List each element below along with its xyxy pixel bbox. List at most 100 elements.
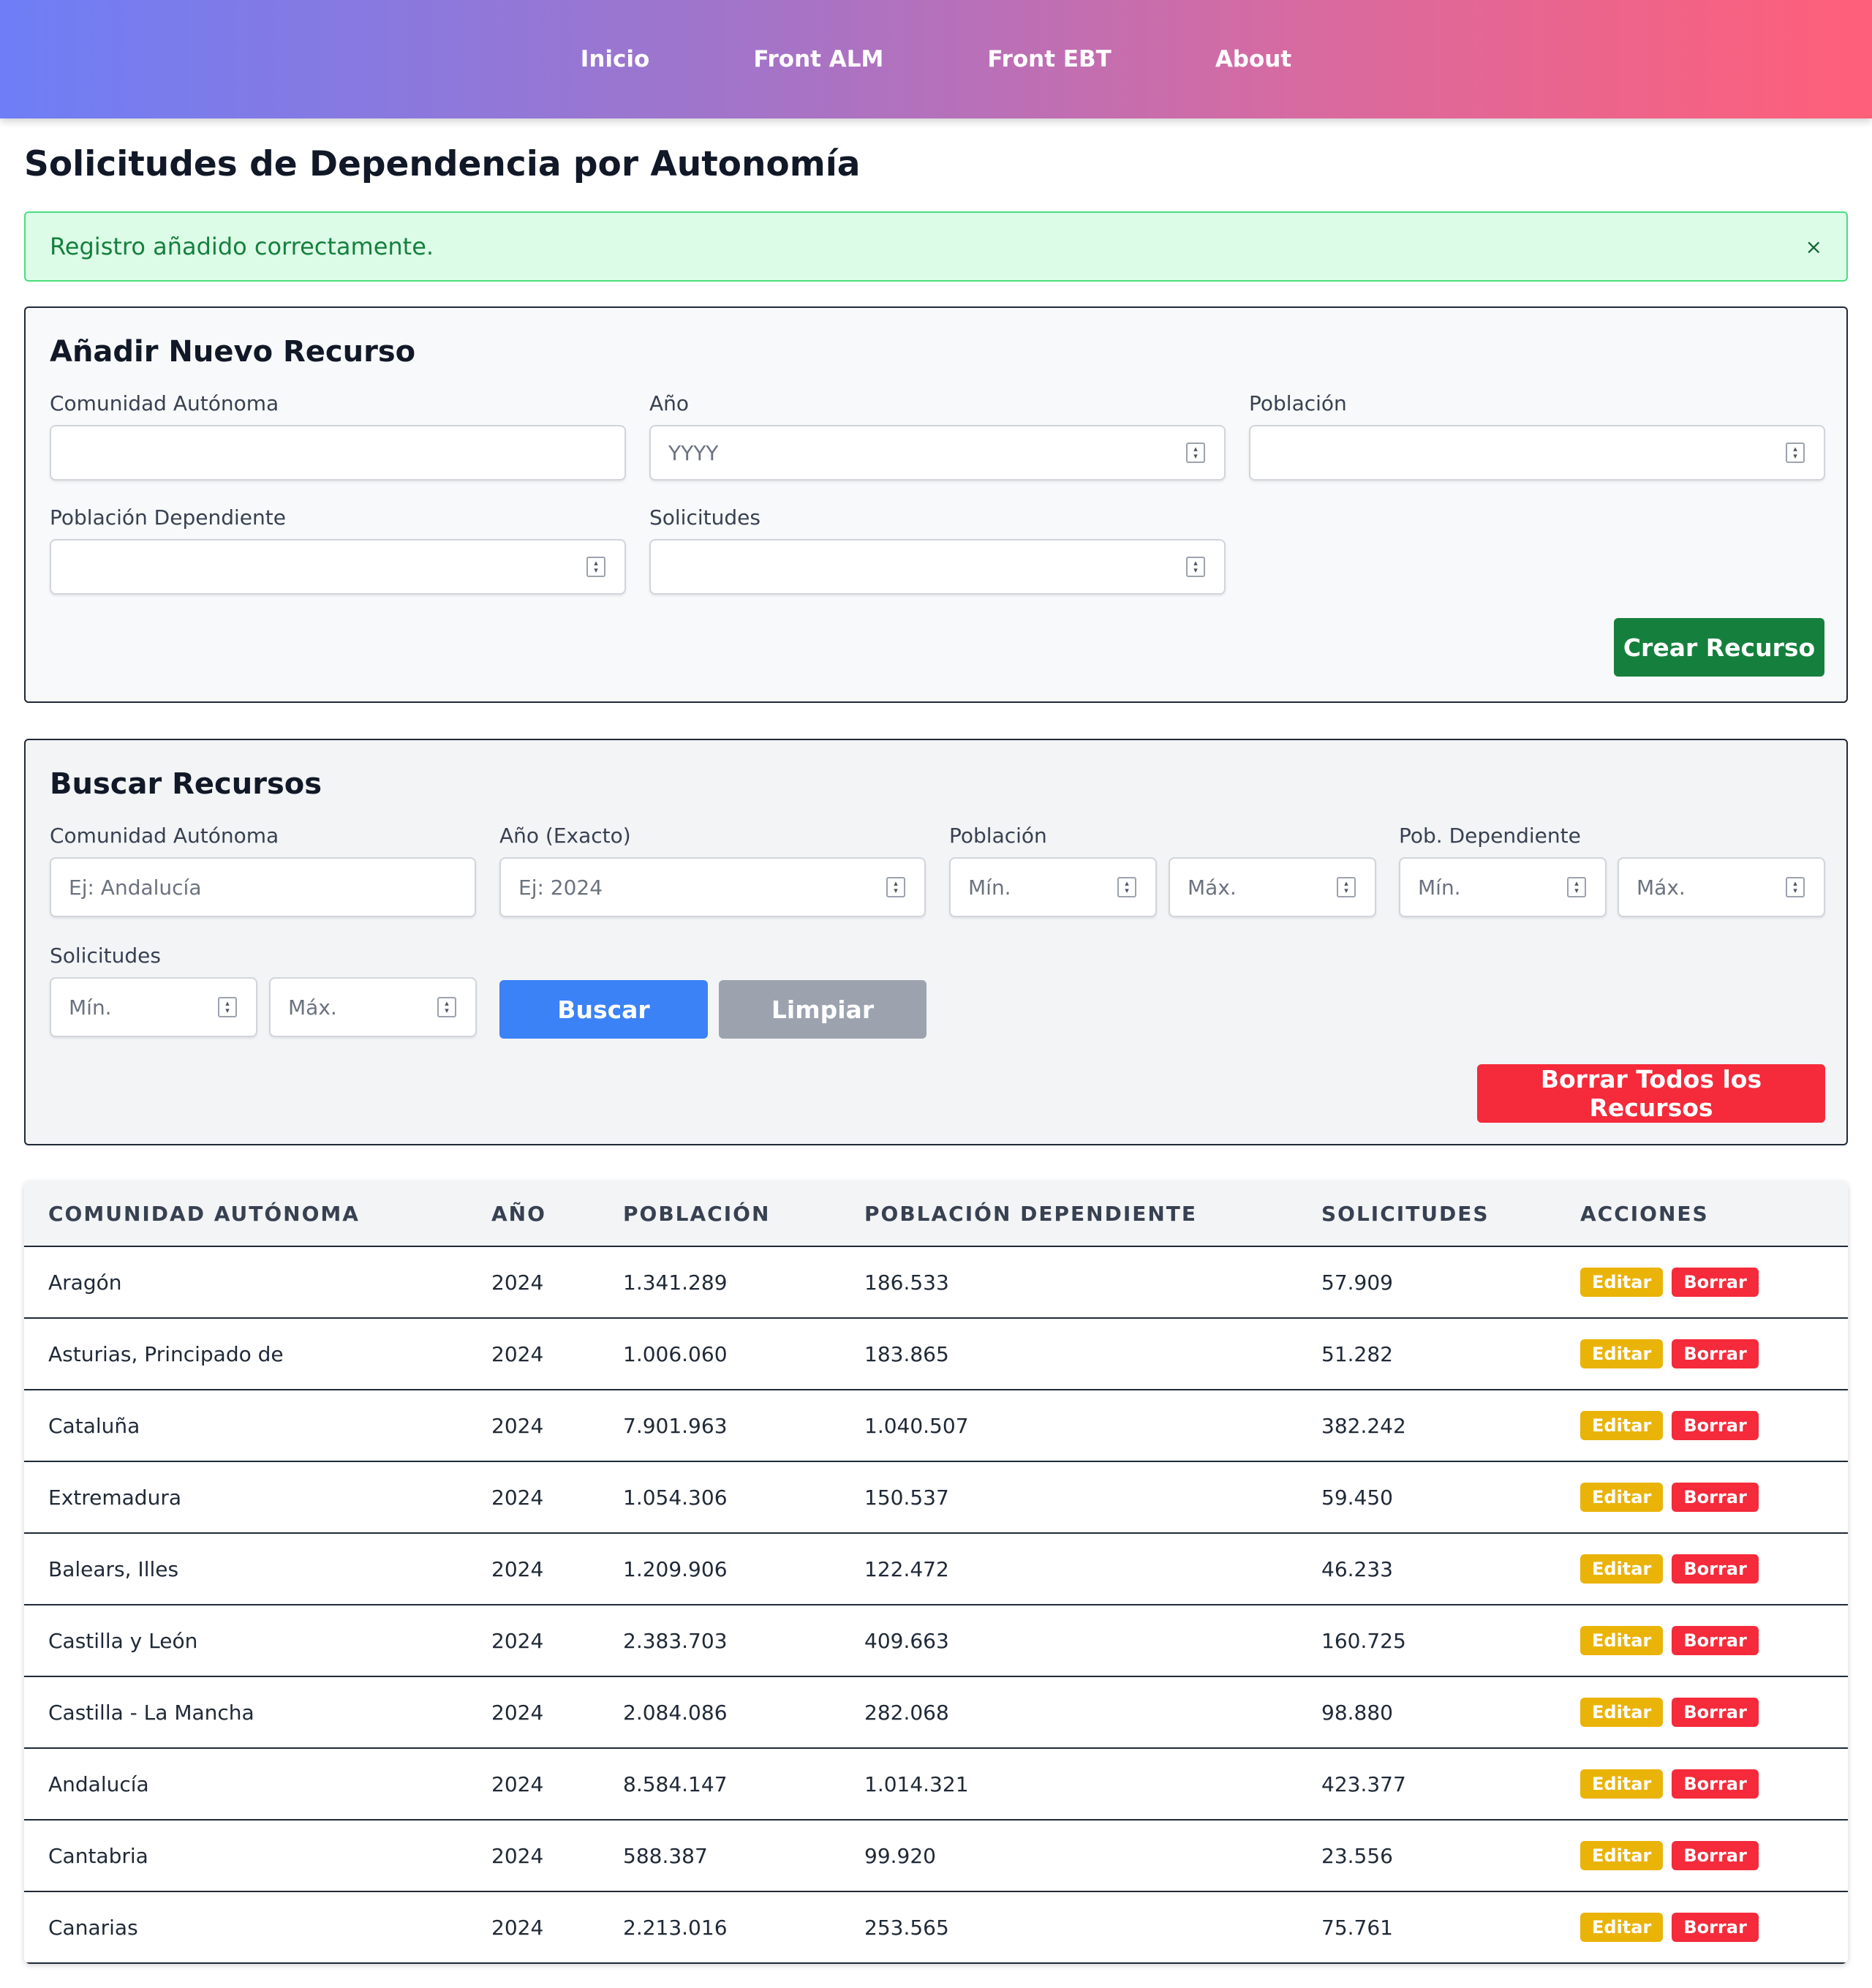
edit-button[interactable]: Editar — [1580, 1913, 1664, 1942]
cell-anio: 2024 — [467, 1748, 599, 1821]
crear-recurso-button[interactable]: Crear Recurso — [1614, 618, 1824, 677]
cell-poblacion-dep: 99.920 — [840, 1820, 1297, 1892]
search-comunidad-input[interactable]: Ej: Andalucía — [50, 857, 476, 917]
spinner-icon[interactable]: ▴ ▾ — [586, 557, 605, 577]
anio-input[interactable]: YYYY ▴ ▾ — [649, 425, 1226, 481]
min-placeholder: Mín. — [69, 995, 112, 1020]
solicitudes-min-input[interactable]: Mín. ▴ ▾ — [50, 977, 257, 1037]
cell-poblacion: 2.084.086 — [599, 1676, 840, 1749]
col-comunidad: COMUNIDAD AUTÓNOMA — [24, 1181, 467, 1247]
label-search-anio: Año (Exacto) — [499, 824, 631, 848]
spinner-icon[interactable]: ▴ ▾ — [1117, 877, 1136, 897]
cell-comunidad: Cantabria — [24, 1820, 467, 1892]
cell-acciones: Editar Borrar — [1556, 1390, 1848, 1462]
pob-dep-min-input[interactable]: Mín. ▴ ▾ — [1399, 857, 1607, 917]
spinner-icon[interactable]: ▴ ▾ — [1186, 557, 1205, 577]
table-header-row: COMUNIDAD AUTÓNOMA AÑO POBLACIÓN POBLACI… — [24, 1181, 1848, 1247]
cell-poblacion-dep: 253.565 — [840, 1891, 1297, 1964]
edit-button[interactable]: Editar — [1580, 1483, 1664, 1512]
max-placeholder: Máx. — [1637, 875, 1686, 900]
poblacion-max-input[interactable]: Máx. ▴ ▾ — [1169, 857, 1376, 917]
cell-poblacion: 1.209.906 — [599, 1533, 840, 1605]
label-search-poblacion: Población — [949, 824, 1047, 848]
edit-button[interactable]: Editar — [1580, 1554, 1664, 1584]
create-panel: Añadir Nuevo Recurso Comunidad Autónoma … — [24, 306, 1848, 703]
cell-poblacion-dep: 409.663 — [840, 1605, 1297, 1677]
cell-solicitudes: 75.761 — [1297, 1891, 1556, 1964]
delete-button[interactable]: Borrar — [1672, 1339, 1759, 1368]
delete-button[interactable]: Borrar — [1672, 1698, 1759, 1727]
comunidad-input[interactable] — [50, 425, 626, 481]
col-solicitudes: SOLICITUDES — [1297, 1181, 1556, 1247]
edit-button[interactable]: Editar — [1580, 1626, 1664, 1655]
resources-table: COMUNIDAD AUTÓNOMA AÑO POBLACIÓN POBLACI… — [24, 1181, 1848, 1964]
delete-button[interactable]: Borrar — [1672, 1268, 1759, 1297]
spinner-icon[interactable]: ▴ ▾ — [1186, 443, 1205, 463]
cell-poblacion: 2.383.703 — [599, 1605, 840, 1677]
poblacion-min-input[interactable]: Mín. ▴ ▾ — [949, 857, 1157, 917]
poblacion-input[interactable]: ▴ ▾ — [1249, 425, 1825, 481]
borrar-todos-button[interactable]: Borrar Todos los Recursos — [1477, 1064, 1825, 1123]
pob-dep-max-input[interactable]: Máx. ▴ ▾ — [1618, 857, 1825, 917]
min-placeholder: Mín. — [1418, 875, 1461, 900]
cell-acciones: Editar Borrar — [1556, 1461, 1848, 1534]
cell-acciones: Editar Borrar — [1556, 1891, 1848, 1964]
table-row: Cantabria 2024 588.387 99.920 23.556 Edi… — [24, 1820, 1848, 1892]
max-placeholder: Máx. — [1188, 875, 1237, 900]
nav-about[interactable]: About — [1215, 46, 1291, 72]
spinner-icon[interactable]: ▴ ▾ — [218, 997, 237, 1017]
main-content: Solicitudes de Dependencia por Autonomía… — [0, 118, 1872, 1964]
edit-button[interactable]: Editar — [1580, 1339, 1664, 1368]
label-search-pob-dep: Pob. Dependiente — [1399, 824, 1581, 848]
table-row: Balears, Illes 2024 1.209.906 122.472 46… — [24, 1533, 1848, 1605]
edit-button[interactable]: Editar — [1580, 1841, 1664, 1870]
cell-solicitudes: 51.282 — [1297, 1318, 1556, 1390]
cell-solicitudes: 57.909 — [1297, 1246, 1556, 1319]
col-poblacion-dep: POBLACIÓN DEPENDIENTE — [840, 1181, 1297, 1247]
nav-inicio[interactable]: Inicio — [581, 46, 650, 72]
close-icon[interactable]: × — [1805, 235, 1822, 259]
delete-button[interactable]: Borrar — [1672, 1483, 1759, 1512]
solicitudes-max-input[interactable]: Máx. ▴ ▾ — [269, 977, 477, 1037]
cell-poblacion: 1.341.289 — [599, 1246, 840, 1319]
spinner-icon[interactable]: ▴ ▾ — [1786, 443, 1805, 463]
delete-button[interactable]: Borrar — [1672, 1913, 1759, 1942]
spinner-icon[interactable]: ▴ ▾ — [1337, 877, 1356, 897]
delete-button[interactable]: Borrar — [1672, 1554, 1759, 1584]
limpiar-button[interactable]: Limpiar — [719, 980, 926, 1039]
cell-anio: 2024 — [467, 1891, 599, 1964]
search-anio-input[interactable]: Ej: 2024 ▴ ▾ — [499, 857, 926, 917]
nav-front-ebt[interactable]: Front EBT — [987, 46, 1111, 72]
edit-button[interactable]: Editar — [1580, 1769, 1664, 1799]
cell-comunidad: Asturias, Principado de — [24, 1318, 467, 1390]
edit-button[interactable]: Editar — [1580, 1698, 1664, 1727]
label-solicitudes: Solicitudes — [649, 505, 760, 530]
label-poblacion-dep: Población Dependiente — [50, 505, 286, 530]
spinner-icon[interactable]: ▴ ▾ — [1786, 877, 1805, 897]
create-title: Añadir Nuevo Recurso — [50, 335, 416, 369]
cell-poblacion: 2.213.016 — [599, 1891, 840, 1964]
cell-acciones: Editar Borrar — [1556, 1318, 1848, 1390]
cell-solicitudes: 23.556 — [1297, 1820, 1556, 1892]
cell-anio: 2024 — [467, 1390, 599, 1462]
poblacion-dep-input[interactable]: ▴ ▾ — [50, 539, 626, 595]
cell-solicitudes: 423.377 — [1297, 1748, 1556, 1821]
spinner-icon[interactable]: ▴ ▾ — [1567, 877, 1586, 897]
cell-anio: 2024 — [467, 1246, 599, 1319]
cell-comunidad: Aragón — [24, 1246, 467, 1319]
delete-button[interactable]: Borrar — [1672, 1841, 1759, 1870]
min-placeholder: Mín. — [968, 875, 1011, 900]
cell-comunidad: Castilla - La Mancha — [24, 1676, 467, 1749]
solicitudes-input[interactable]: ▴ ▾ — [649, 539, 1226, 595]
delete-button[interactable]: Borrar — [1672, 1769, 1759, 1799]
edit-button[interactable]: Editar — [1580, 1268, 1664, 1297]
nav-front-alm[interactable]: Front ALM — [753, 46, 883, 72]
spinner-icon[interactable]: ▴ ▾ — [437, 997, 456, 1017]
buscar-button[interactable]: Buscar — [499, 980, 708, 1039]
delete-button[interactable]: Borrar — [1672, 1411, 1759, 1440]
edit-button[interactable]: Editar — [1580, 1411, 1664, 1440]
spinner-icon[interactable]: ▴ ▾ — [886, 877, 905, 897]
cell-anio: 2024 — [467, 1820, 599, 1892]
delete-button[interactable]: Borrar — [1672, 1626, 1759, 1655]
label-poblacion: Población — [1249, 391, 1347, 415]
